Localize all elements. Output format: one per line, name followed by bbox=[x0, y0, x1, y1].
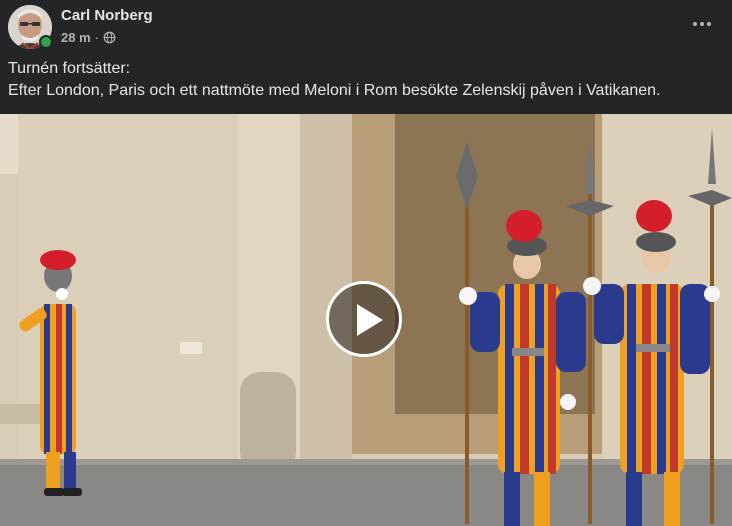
post-timestamp[interactable]: 28 m bbox=[61, 30, 91, 45]
play-icon[interactable] bbox=[326, 281, 402, 357]
online-status-dot bbox=[39, 35, 53, 49]
globe-icon[interactable] bbox=[103, 31, 116, 44]
feed-post: Carl Norberg 28 m · Turnén fortsätter: E… bbox=[0, 0, 732, 526]
post-text-line-1: Turnén fortsätter: bbox=[8, 60, 131, 77]
meta-separator: · bbox=[94, 30, 99, 45]
more-dot bbox=[707, 22, 711, 26]
more-dot bbox=[693, 22, 697, 26]
more-options-button[interactable] bbox=[686, 12, 718, 36]
post-text: Turnén fortsätter: Efter London, Paris o… bbox=[8, 58, 661, 102]
post-meta: 28 m · bbox=[61, 30, 116, 45]
post-header: Carl Norberg 28 m · bbox=[0, 0, 732, 56]
post-text-line-2: Efter London, Paris och ett nattmöte med… bbox=[8, 82, 661, 99]
more-dot bbox=[700, 22, 704, 26]
author-name[interactable]: Carl Norberg bbox=[61, 7, 153, 24]
